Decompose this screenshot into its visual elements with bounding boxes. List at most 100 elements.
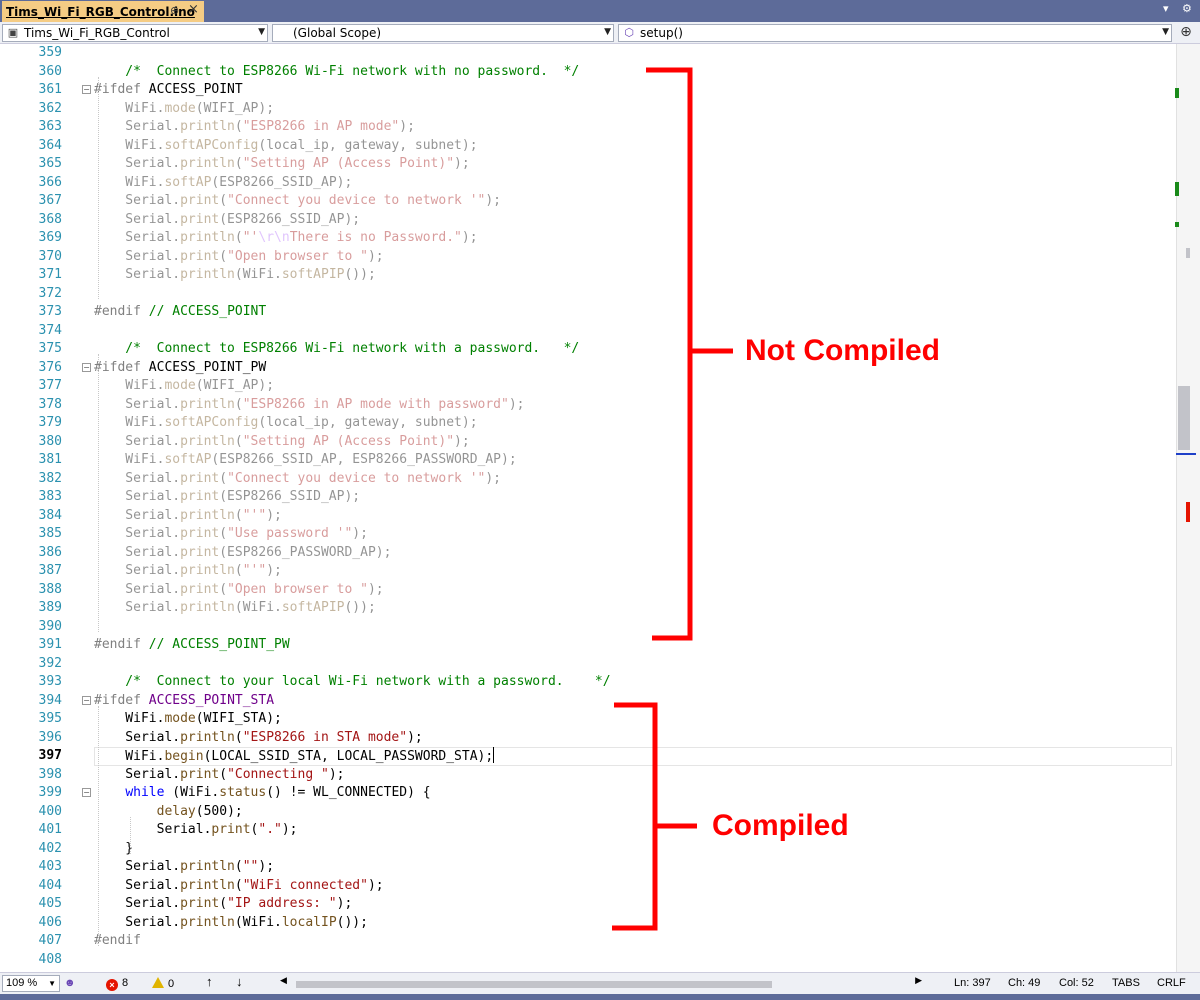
collapse-icon[interactable]: − — [82, 362, 91, 372]
close-icon[interactable]: × — [188, 2, 199, 17]
vertical-scroll-thumb[interactable] — [1178, 386, 1190, 450]
code-text: /* Connect to ESP8266 Wi-Fi network with… — [94, 341, 580, 356]
code-text: #endif // ACCESS_POINT — [94, 304, 267, 319]
code-line[interactable]: 365 Serial.println("Setting AP (Access P… — [0, 155, 1176, 174]
code-text: WiFi.softAP(ESP8266_SSID_AP); — [94, 174, 353, 190]
arrow-down-icon[interactable]: ↓ — [236, 974, 243, 989]
code-line[interactable]: 399 − while (WiFi.status() != WL_CONNECTE… — [0, 784, 1176, 803]
arrow-up-icon[interactable]: ↑ — [206, 974, 213, 989]
code-line[interactable]: 406 Serial.println(WiFi.localIP()); — [0, 914, 1176, 933]
code-line[interactable]: 403 Serial.println(""); — [0, 858, 1176, 877]
code-line[interactable]: 382 Serial.print("Connect you device to … — [0, 470, 1176, 489]
code-line[interactable]: 363 Serial.println("ESP8266 in AP mode")… — [0, 118, 1176, 137]
code-line[interactable]: 395 WiFi.mode(WIFI_STA); — [0, 710, 1176, 729]
code-text: WiFi.softAP(ESP8266_SSID_AP, ESP8266_PAS… — [94, 452, 517, 467]
code-line[interactable]: 380 Serial.println("Setting AP (Access P… — [0, 433, 1176, 452]
scroll-left-icon[interactable]: ◀ — [280, 975, 287, 986]
line-number: 389 — [38, 600, 62, 615]
zoom-dropdown[interactable]: 109 % ▼ — [2, 975, 60, 992]
code-line[interactable]: 378 Serial.println("ESP8266 in AP mode w… — [0, 396, 1176, 415]
code-text: Serial.print("."); — [94, 822, 298, 837]
code-line[interactable]: 396 Serial.println("ESP8266 in STA mode"… — [0, 729, 1176, 748]
code-line[interactable]: 384 Serial.println("'"); — [0, 507, 1176, 526]
code-line[interactable]: 371 Serial.println(WiFi.softAPIP()); — [0, 266, 1176, 285]
code-line[interactable]: 400 delay(500); — [0, 803, 1176, 822]
code-line[interactable]: 383 Serial.print(ESP8266_SSID_AP); — [0, 488, 1176, 507]
member-dropdown[interactable]: ⬡ setup() ▼ — [618, 24, 1172, 42]
code-line[interactable]: 366 WiFi.softAP(ESP8266_SSID_AP); — [0, 174, 1176, 193]
code-text: Serial.println("WiFi connected"); — [94, 877, 384, 893]
code-line[interactable]: 368 Serial.print(ESP8266_SSID_AP); — [0, 211, 1176, 230]
code-line[interactable]: 364 WiFi.softAPConfig(local_ip, gateway,… — [0, 137, 1176, 156]
code-line[interactable]: 407 #endif — [0, 932, 1176, 951]
code-line[interactable]: 398 Serial.print("Connecting "); — [0, 766, 1176, 785]
line-indicator[interactable]: Ln: 397 — [954, 977, 991, 989]
settings-gear-icon[interactable]: ⚙ — [1182, 2, 1192, 15]
line-ending-indicator[interactable]: CRLF — [1157, 977, 1186, 989]
code-line[interactable]: 402 } — [0, 840, 1176, 859]
indent-guide — [98, 76, 99, 299]
tab-list-dropdown-icon[interactable]: ▾ — [1163, 2, 1169, 15]
split-window-icon[interactable]: ⊕ — [1176, 24, 1196, 42]
code-editor[interactable]: 359 360 /* Connect to ESP8266 Wi-Fi netwo… — [0, 44, 1176, 972]
warning-icon — [152, 977, 164, 988]
code-line[interactable]: 370 Serial.print("Open browser to "); — [0, 248, 1176, 267]
code-line[interactable]: 359 — [0, 44, 1176, 63]
code-line[interactable]: 389 Serial.println(WiFi.softAPIP()); — [0, 599, 1176, 618]
code-line[interactable]: 405 Serial.print("IP address: "); — [0, 895, 1176, 914]
code-line[interactable]: 391 #endif // ACCESS_POINT_PW — [0, 636, 1176, 655]
project-dropdown[interactable]: ▣ Tims_Wi_Fi_RGB_Control ▼ — [2, 24, 268, 42]
column-indicator[interactable]: Col: 52 — [1059, 977, 1094, 989]
line-number: 369 — [38, 230, 62, 245]
pin-icon[interactable]: ⊕ — [170, 4, 179, 17]
code-line[interactable]: 401 Serial.print("."); — [0, 821, 1176, 840]
code-line[interactable]: 373 #endif // ACCESS_POINT — [0, 303, 1176, 322]
scope-dropdown[interactable]: (Global Scope) ▼ — [272, 24, 614, 42]
code-line[interactable]: 372 — [0, 285, 1176, 304]
change-marker — [1175, 88, 1179, 98]
collapse-icon[interactable]: − — [82, 695, 91, 705]
indent-mode-indicator[interactable]: TABS — [1112, 977, 1140, 989]
document-tab-strip: Tims_Wi_Fi_RGB_Control.ino ⊕ × ▾ ⚙ — [0, 0, 1200, 22]
code-line[interactable]: 360 /* Connect to ESP8266 Wi-Fi network … — [0, 63, 1176, 82]
code-line[interactable]: 367 Serial.print("Connect you device to … — [0, 192, 1176, 211]
code-line[interactable]: 390 — [0, 618, 1176, 637]
code-line[interactable]: 394 − #ifdef ACCESS_POINT_STA — [0, 692, 1176, 711]
code-line[interactable]: 388 Serial.print("Open browser to "); — [0, 581, 1176, 600]
code-line[interactable]: 375 /* Connect to ESP8266 Wi-Fi network … — [0, 340, 1176, 359]
horizontal-scrollbar[interactable]: ◀ ▶ — [280, 975, 922, 990]
code-line[interactable]: 379 WiFi.softAPConfig(local_ip, gateway,… — [0, 414, 1176, 433]
code-line[interactable]: 385 Serial.print("Use password '"); — [0, 525, 1176, 544]
code-line[interactable]: 393 /* Connect to your local Wi-Fi netwo… — [0, 673, 1176, 692]
errors-indicator[interactable]: × 8 — [106, 977, 128, 991]
line-number: 405 — [38, 896, 62, 911]
code-line[interactable]: 377 WiFi.mode(WIFI_AP); — [0, 377, 1176, 396]
intellicode-icon[interactable]: ☻ — [64, 977, 76, 989]
code-line[interactable]: 361 − #ifdef ACCESS_POINT — [0, 81, 1176, 100]
collapse-icon[interactable]: − — [82, 788, 91, 797]
collapse-icon[interactable]: − — [82, 85, 91, 94]
code-line[interactable]: 386 Serial.print(ESP8266_PASSWORD_AP); — [0, 544, 1176, 563]
code-line[interactable]: 408 — [0, 951, 1176, 970]
code-line[interactable]: 376 − #ifdef ACCESS_POINT_PW — [0, 359, 1176, 378]
warnings-indicator[interactable]: 0 — [152, 977, 174, 990]
code-line[interactable]: 369 Serial.println("'\r\nThere is no Pas… — [0, 229, 1176, 248]
code-text: Serial.print(ESP8266_PASSWORD_AP); — [94, 544, 392, 560]
code-line[interactable]: 381 WiFi.softAP(ESP8266_SSID_AP, ESP8266… — [0, 451, 1176, 470]
code-line[interactable]: 404 Serial.println("WiFi connected"); — [0, 877, 1176, 896]
line-number: 364 — [38, 137, 62, 153]
line-number: 366 — [38, 174, 62, 190]
line-number: 390 — [38, 618, 62, 634]
document-tab[interactable]: Tims_Wi_Fi_RGB_Control.ino ⊕ × — [2, 1, 204, 22]
code-line[interactable]: 362 WiFi.mode(WIFI_AP); — [0, 100, 1176, 119]
code-line[interactable]: 387 Serial.println("'"); — [0, 562, 1176, 581]
code-line[interactable]: 392 — [0, 655, 1176, 674]
code-line[interactable]: 397 WiFi.begin(LOCAL_SSID_STA, LOCAL_PAS… — [0, 747, 1176, 766]
horizontal-scroll-thumb[interactable] — [296, 981, 772, 988]
code-line[interactable]: 374 — [0, 322, 1176, 341]
scroll-right-icon[interactable]: ▶ — [915, 975, 922, 986]
char-indicator[interactable]: Ch: 49 — [1008, 977, 1040, 989]
line-number: 387 — [38, 563, 62, 578]
line-number: 377 — [38, 378, 62, 393]
line-number: 382 — [38, 470, 62, 486]
